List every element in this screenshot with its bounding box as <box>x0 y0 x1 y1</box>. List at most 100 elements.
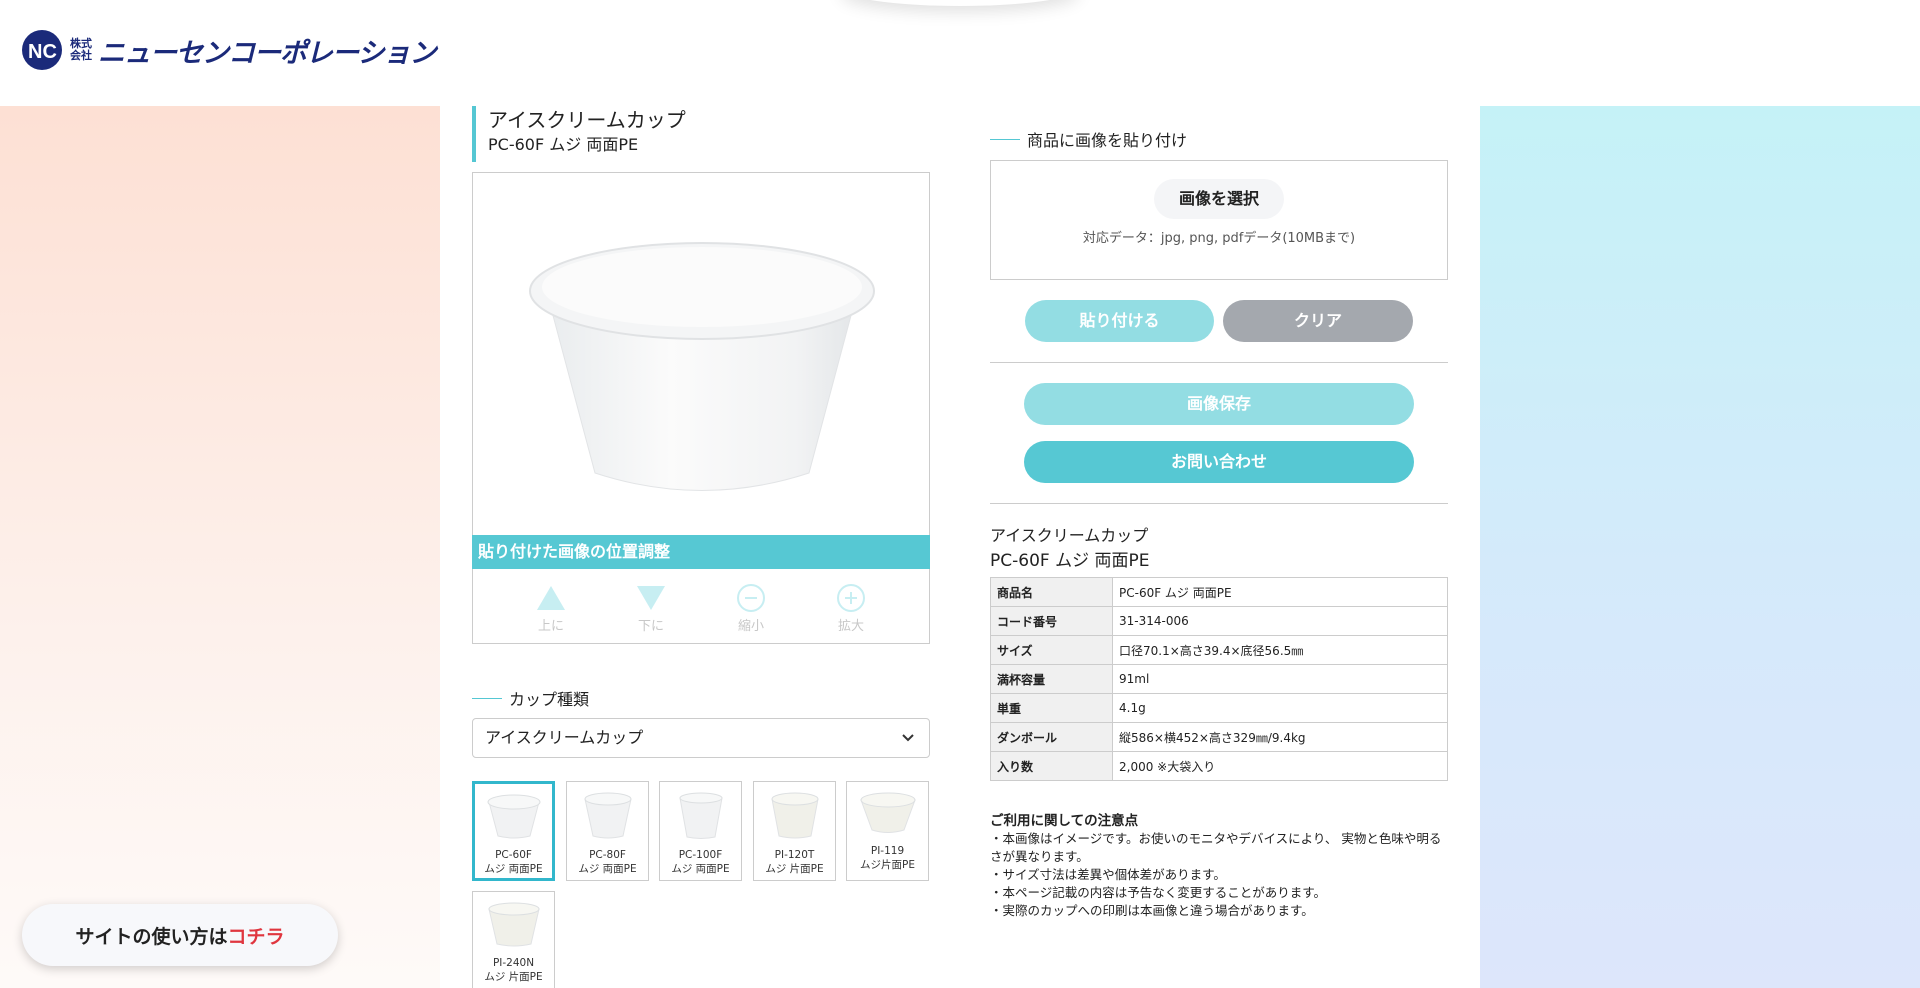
spec-key: 単重 <box>990 693 1113 723</box>
thumb-code: PC-60F <box>495 849 532 861</box>
upload-format-note: 対応データ：jpg, png, pdfデータ(10MBまで) <box>1082 231 1356 246</box>
spec-value: 4.1g <box>1112 693 1448 723</box>
move-down-button[interactable]: 下に <box>623 583 679 643</box>
cup-thumb-pc-100f[interactable]: PC-100F ムジ 両面PE <box>659 781 742 881</box>
svg-text:NC: NC <box>28 41 57 63</box>
divider <box>990 503 1448 504</box>
site-guide-link[interactable]: コチラ <box>228 922 285 949</box>
thumb-desc: ムジ 片面PE <box>484 971 543 983</box>
usage-notes-title: ご利用に関しての注意点 <box>990 813 1139 829</box>
cup-thumb-pc-80f[interactable]: PC-80F ムジ 両面PE <box>566 781 649 881</box>
section-accent-line <box>990 138 1020 140</box>
right-background <box>1480 106 1920 988</box>
triangle-down-icon <box>637 586 665 610</box>
logo-name: ニューセンコーポレーション <box>98 37 436 69</box>
spec-value: 2,000 ※大袋入り <box>1112 751 1448 781</box>
cup-thumb-pi-119[interactable]: PI-119 ムジ片面PE <box>846 781 929 881</box>
divider <box>990 362 1448 363</box>
thumb-code: PI-240N <box>492 957 535 969</box>
plus-circle-icon <box>837 584 865 612</box>
zoom-in-button[interactable]: 拡大 <box>823 583 879 643</box>
zoom-out-label: 縮小 <box>737 619 764 634</box>
site-logo[interactable]: NC 株式 会社 ニューセンコーポレーション <box>20 28 436 72</box>
usage-notes: ご利用に関しての注意点 ・本画像はイメージです。お使いのモニタやデバイスにより、… <box>990 812 1448 920</box>
info-product-title: アイスクリームカップ <box>990 526 1149 545</box>
thumb-desc: ムジ片面PE <box>860 859 915 871</box>
cup-thumb-image <box>583 792 632 839</box>
spec-value: 縦586×横452×高さ329㎜/9.4kg <box>1112 722 1448 752</box>
adjust-panel-title: 貼り付けた画像の位置調整 <box>472 535 930 569</box>
thumb-code: PI-120T <box>774 849 815 861</box>
cup-thumb-pi-120t[interactable]: PI-120T ムジ 片面PE <box>753 781 836 881</box>
save-image-button[interactable]: 画像保存 <box>1024 383 1414 425</box>
contact-button[interactable]: お問い合わせ <box>1024 441 1414 483</box>
product-title: アイスクリームカップ <box>488 108 686 132</box>
header-menu-tab[interactable] <box>840 0 1080 6</box>
cup-thumb-image <box>859 792 916 833</box>
cup-type-select[interactable]: アイスクリームカップ <box>472 718 930 758</box>
table-row: 入り数 2,000 ※大袋入り <box>990 751 1448 781</box>
table-row: ダンボール 縦586×横452×高さ329㎜/9.4kg <box>990 722 1448 752</box>
move-down-label: 下に <box>637 619 664 634</box>
spec-key: ダンボール <box>990 722 1113 752</box>
section-accent-line <box>472 697 502 699</box>
table-row: 単重 4.1g <box>990 693 1448 723</box>
table-row: サイズ 口径70.1×高さ39.4×底径56.5㎜ <box>990 635 1448 665</box>
clear-button[interactable]: クリア <box>1223 300 1413 342</box>
move-up-button[interactable]: 上に <box>523 583 579 643</box>
triangle-up-icon <box>537 586 565 610</box>
spec-value: 91ml <box>1112 664 1448 694</box>
thumb-desc: ムジ 両面PE <box>484 863 543 875</box>
logo-company-type: 株式 会社 <box>70 38 92 62</box>
spec-key: 商品名 <box>990 577 1113 607</box>
info-product-subtitle: PC-60F ムジ 両面PE <box>990 551 1150 571</box>
cup-thumb-image <box>487 902 540 947</box>
usage-note-item: ・本画像はイメージです。お使いのモニタやデバイスにより、 実物と色味や明るさが異… <box>990 831 1442 864</box>
product-subtitle: PC-60F ムジ 両面PE <box>488 135 639 154</box>
usage-note-item: ・実際のカップへの印刷は本画像と違う場合があります。 <box>990 903 1314 918</box>
product-title-block: アイスクリームカップ PC-60F ムジ 両面PE <box>472 106 686 162</box>
zoom-in-label: 拡大 <box>837 619 864 634</box>
minus-circle-icon <box>737 584 765 612</box>
usage-note-item: ・本ページ記載の内容は予告なく変更することがあります。 <box>990 885 1327 900</box>
cup-type-section-label: カップ種類 <box>472 686 589 710</box>
cup-thumb-pi-240n[interactable]: PI-240N ムジ 片面PE <box>472 891 555 988</box>
thumb-desc: ムジ 両面PE <box>578 863 637 875</box>
spec-value: 口径70.1×高さ39.4×底径56.5㎜ <box>1112 635 1448 665</box>
cup-preview-image <box>529 242 875 491</box>
spec-key: 満杯容量 <box>990 664 1113 694</box>
spec-table: 商品名 PC-60F ムジ 両面PE コード番号 31-314-006 サイズ 口径7… <box>990 577 1448 781</box>
site-header: NC 株式 会社 ニューセンコーポレーション <box>0 0 1920 106</box>
paste-button[interactable]: 貼り付ける <box>1025 300 1214 342</box>
product-preview[interactable] <box>472 172 930 536</box>
table-row: コード番号 31-314-006 <box>990 606 1448 636</box>
thumb-code: PC-80F <box>589 849 626 861</box>
cup-thumb-pc-60f[interactable]: PC-60F ムジ 両面PE <box>472 781 555 881</box>
site-guide-button[interactable]: サイトの使い方は コチラ <box>22 904 338 966</box>
thumb-code: PI-119 <box>870 845 905 857</box>
site-guide-text: サイトの使い方は <box>75 925 228 948</box>
table-row: 商品名 PC-60F ムジ 両面PE <box>990 577 1448 607</box>
cup-thumb-image <box>770 792 819 839</box>
spec-key: サイズ <box>990 635 1113 665</box>
choose-image-button[interactable]: 画像を選択 <box>1154 179 1284 219</box>
spec-value: 31-314-006 <box>1112 606 1448 636</box>
logo-small-bottom: 会社 <box>70 49 92 62</box>
spec-value: PC-60F ムジ 両面PE <box>1112 577 1448 607</box>
upload-dropzone[interactable]: 画像を選択 対応データ：jpg, png, pdfデータ(10MBまで) <box>990 160 1448 280</box>
logo-mark-icon: NC <box>22 30 62 70</box>
cup-type-label: カップ種類 <box>509 690 590 709</box>
move-up-label: 上に <box>537 619 564 634</box>
upload-section-label: 商品に画像を貼り付け <box>990 127 1187 151</box>
cup-type-selected: アイスクリームカップ <box>485 728 644 747</box>
thumb-desc: ムジ 片面PE <box>765 863 824 875</box>
zoom-out-button[interactable]: 縮小 <box>723 583 779 643</box>
usage-note-item: ・サイズ寸法は差異や個体差があります。 <box>990 867 1226 882</box>
thumb-code: PC-100F <box>678 849 723 861</box>
cup-thumb-image <box>487 794 540 839</box>
thumb-desc: ムジ 両面PE <box>671 863 730 875</box>
chevron-down-icon <box>902 734 914 742</box>
spec-key: コード番号 <box>990 606 1113 636</box>
upload-label: 商品に画像を貼り付け <box>1027 131 1188 150</box>
spec-key: 入り数 <box>990 751 1113 781</box>
